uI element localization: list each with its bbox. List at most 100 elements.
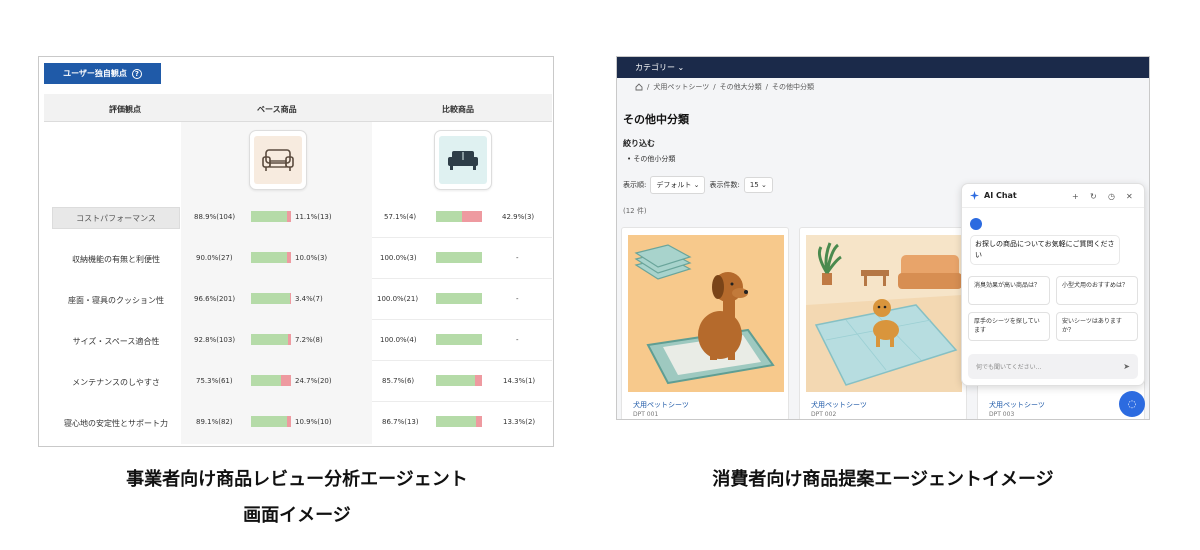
compare-negative-value: 42.9%(3): [502, 213, 535, 221]
criteria-label[interactable]: 収納機能の有無と利便性: [52, 248, 180, 270]
base-negative-value: 11.1%(13): [295, 213, 332, 221]
product-name[interactable]: 犬用ペットシーツ: [811, 400, 867, 410]
compare-product-thumbnail[interactable]: [434, 130, 492, 190]
per-page-label: 表示件数:: [709, 181, 740, 189]
left-caption: 事業者向け商品レビュー分析エージェント 画面イメージ: [40, 462, 554, 534]
suggestion-chip[interactable]: 小型犬用のおすすめは？: [1056, 276, 1138, 305]
criteria-label[interactable]: メンテナンスのしやすさ: [52, 371, 180, 393]
product-name[interactable]: 犬用ペットシーツ: [633, 400, 689, 410]
compare-sentiment-bar: [436, 293, 482, 304]
product-suggestion-screenshot: カテゴリー ⌄ / 犬用ペットシーツ / その他大分類 / その他中分類 その他…: [616, 56, 1150, 420]
compare-sentiment-bar: [436, 211, 482, 222]
base-sentiment-bar: [251, 334, 291, 345]
compare-positive-value: 86.7%(13): [382, 418, 419, 426]
chat-input[interactable]: 何でも聞いてください... ➤: [968, 354, 1138, 379]
user-perspective-tab[interactable]: ユーザー独自観点 ?: [44, 63, 161, 84]
positive-segment: [436, 252, 482, 263]
compare-negative-value: -: [516, 295, 519, 303]
criteria-label[interactable]: 寝心地の安定性とサポート力: [52, 412, 180, 434]
left-caption-line1: 事業者向け商品レビュー分析エージェント: [126, 469, 468, 490]
compare-sentiment-bar: [436, 334, 482, 345]
negative-segment: [475, 375, 482, 386]
category-menu[interactable]: カテゴリー ⌄: [635, 62, 684, 73]
new-chat-icon[interactable]: +: [1072, 192, 1079, 201]
table-row: サイズ・スペース適合性 92.8%(103) 7.2%(8) 100.0%(4)…: [44, 321, 552, 361]
positive-segment: [251, 416, 287, 427]
send-icon[interactable]: ➤: [1123, 362, 1130, 371]
base-negative-value: 10.0%(3): [295, 254, 328, 262]
sort-controls: 表示順: デフォルト ⌄ 表示件数: 15 ⌄: [623, 176, 773, 194]
chat-launcher-button[interactable]: ◌: [1119, 391, 1145, 417]
history-icon[interactable]: ◷: [1108, 192, 1115, 201]
product-name[interactable]: 犬用ペットシーツ: [989, 400, 1045, 410]
criteria-label[interactable]: 座面・寝具のクッション性: [52, 289, 180, 311]
compare-sentiment-bar: [436, 416, 482, 427]
home-icon[interactable]: [635, 83, 643, 91]
suggestion-chip[interactable]: 厚手のシーツを探しています: [968, 312, 1050, 341]
compare-negative-value: -: [516, 336, 519, 344]
table-row: メンテナンスのしやすさ 75.3%(61) 24.7%(20) 85.7%(6)…: [44, 362, 552, 402]
suggestion-chip[interactable]: 消臭効果が高い商品は？: [968, 276, 1050, 305]
product-card[interactable]: 犬用ペットシーツ DPT 002: [799, 227, 967, 419]
positive-segment: [251, 211, 287, 222]
breadcrumb-item[interactable]: その他大分類: [720, 82, 762, 92]
table-header: 評価観点 ベース商品 比較商品: [44, 94, 552, 122]
compare-positive-value: 57.1%(4): [384, 213, 417, 221]
compare-negative-value: 14.3%(1): [503, 377, 536, 385]
row-divider: [372, 401, 552, 402]
compare-sentiment-bar: [436, 375, 482, 386]
refresh-icon[interactable]: ↻: [1090, 192, 1097, 201]
base-positive-value: 75.3%(61): [196, 377, 233, 385]
negative-segment: [287, 252, 291, 263]
chat-input-placeholder: 何でも聞いてください...: [976, 364, 1042, 371]
right-caption: 消費者向け商品提案エージェントイメージ: [712, 469, 1054, 490]
positive-segment: [251, 375, 282, 386]
suggestion-chip[interactable]: 安いシーツはありますか？: [1056, 312, 1138, 341]
row-divider: [372, 319, 552, 320]
base-sentiment-bar: [251, 252, 291, 263]
compare-positive-value: 100.0%(3): [380, 254, 417, 262]
base-product-thumbnail[interactable]: [249, 130, 307, 190]
sort-select[interactable]: デフォルト ⌄: [650, 176, 706, 194]
product-card[interactable]: 犬用ペットシーツ DPT 001: [621, 227, 789, 419]
per-page-select[interactable]: 15 ⌄: [743, 177, 773, 193]
positive-segment: [251, 293, 290, 304]
dog-on-pad-image: [628, 235, 784, 392]
help-icon[interactable]: ?: [131, 68, 142, 79]
sort-label: 表示順:: [623, 181, 647, 189]
filter-item[interactable]: • その他小分類: [627, 154, 675, 164]
criteria-label[interactable]: コストパフォーマンス: [52, 207, 180, 229]
chat-header: AI Chat: [962, 184, 1144, 208]
filter-item-label: その他小分類: [633, 155, 676, 163]
base-positive-value: 89.1%(82): [196, 418, 233, 426]
base-positive-value: 92.8%(103): [194, 336, 236, 344]
base-sentiment-bar: [251, 293, 291, 304]
bot-avatar-icon: [970, 218, 982, 230]
base-negative-value: 10.9%(10): [295, 418, 332, 426]
positive-segment: [436, 375, 476, 386]
ai-chat-panel: AI Chat + ↻ ◷ ✕ お探しの商品についてお気軽にご質問ください 消臭…: [961, 183, 1145, 386]
criteria-header: 評価観点: [109, 105, 141, 114]
compare-positive-value: 100.0%(21): [377, 295, 419, 303]
row-divider: [372, 237, 552, 238]
negative-segment: [289, 293, 291, 304]
breadcrumb: / 犬用ペットシーツ / その他大分類 / その他中分類: [635, 82, 814, 92]
table-row: コストパフォーマンス 88.9%(104) 11.1%(13) 57.1%(4)…: [44, 198, 552, 238]
compare-positive-value: 100.0%(4): [380, 336, 417, 344]
couch-icon: [448, 151, 478, 170]
negative-segment: [281, 375, 291, 386]
compare-positive-value: 85.7%(6): [382, 377, 415, 385]
table-row: 収納機能の有無と利便性 90.0%(27) 10.0%(3) 100.0%(3)…: [44, 239, 552, 279]
product-code: DPT 003: [989, 411, 1015, 418]
living-room-dog-image: [806, 235, 962, 392]
close-icon[interactable]: ✕: [1126, 192, 1133, 201]
top-nav: カテゴリー ⌄: [617, 57, 1149, 78]
positive-segment: [436, 293, 482, 304]
base-sentiment-bar: [251, 416, 291, 427]
base-negative-value: 3.4%(7): [295, 295, 323, 303]
bot-message: お探しの商品についてお気軽にご質問ください: [970, 235, 1120, 265]
criteria-label[interactable]: サイズ・スペース適合性: [52, 330, 180, 352]
base-sentiment-bar: [251, 211, 291, 222]
breadcrumb-item[interactable]: 犬用ペットシーツ: [653, 82, 709, 92]
review-analysis-screenshot: ユーザー独自観点 ? 評価観点 ベース商品 比較商品 コストパフォーマンス 88…: [38, 56, 554, 447]
